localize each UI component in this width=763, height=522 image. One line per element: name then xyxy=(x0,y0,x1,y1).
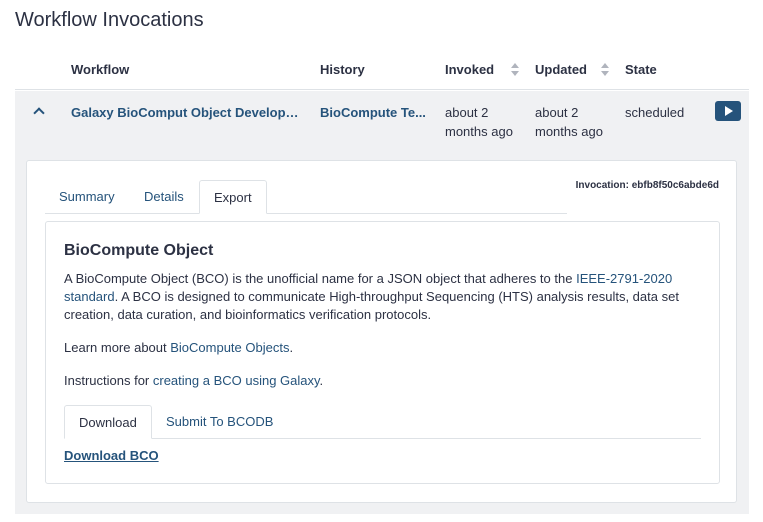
bco-description-text-2: . A BCO is designed to communicate High-… xyxy=(64,289,679,322)
learn-more-text: Learn more about BioCompute Objects. xyxy=(64,339,704,357)
updated-line-1: about 2 xyxy=(535,105,579,120)
column-header-workflow[interactable]: Workflow xyxy=(71,62,129,77)
tab-summary[interactable]: Summary xyxy=(45,180,129,214)
column-header-history[interactable]: History xyxy=(320,62,365,77)
column-header-state: State xyxy=(625,62,657,77)
invoked-line-2: months ago xyxy=(445,124,513,139)
invocation-detail-area: Invocation: ebfb8f50c6abde6d Summary Det… xyxy=(15,151,749,514)
updated-time: about 2 months ago xyxy=(535,103,603,141)
invocation-detail-card: Invocation: ebfb8f50c6abde6d Summary Det… xyxy=(26,160,737,503)
chevron-up-icon[interactable] xyxy=(33,106,43,116)
export-panel: BioCompute Object A BioCompute Object (B… xyxy=(45,221,720,484)
instructions-text: Instructions for creating a BCO using Ga… xyxy=(64,372,704,390)
play-icon[interactable] xyxy=(715,101,741,121)
bco-description: A BioCompute Object (BCO) is the unoffic… xyxy=(64,270,704,324)
table-header: Workflow History Invoked Updated State xyxy=(15,56,749,90)
learn-more-label: Learn more about xyxy=(64,340,171,355)
tab-export[interactable]: Export xyxy=(199,180,267,214)
download-bco-link[interactable]: Download BCO xyxy=(64,448,159,463)
invoked-line-1: about 2 xyxy=(445,105,489,120)
learn-more-period: . xyxy=(289,340,294,355)
instructions-label: Instructions for xyxy=(64,373,153,388)
invocation-id: Invocation: ebfb8f50c6abde6d xyxy=(575,180,719,191)
table-row: Galaxy BioComput Object Developm... BioC… xyxy=(15,91,749,151)
state-value: scheduled xyxy=(625,105,685,120)
invoked-time: about 2 months ago xyxy=(445,103,513,141)
subtab-submit-bcodb[interactable]: Submit To BCODB xyxy=(152,405,287,439)
instructions-period: . xyxy=(319,373,324,388)
biocompute-objects-link[interactable]: BioCompute Objects xyxy=(170,340,289,355)
sort-updated-icon[interactable] xyxy=(600,62,610,78)
panel-title: BioCompute Object xyxy=(64,242,214,259)
subtab-download[interactable]: Download xyxy=(64,405,152,439)
column-header-invoked[interactable]: Invoked xyxy=(445,62,494,77)
sort-invoked-icon[interactable] xyxy=(510,62,520,78)
bco-description-text-1: A BioCompute Object (BCO) is the unoffic… xyxy=(64,271,577,286)
creating-bco-link[interactable]: creating a BCO using Galaxy xyxy=(153,373,320,388)
page-title: Workflow Invocations xyxy=(15,9,204,31)
updated-line-2: months ago xyxy=(535,124,603,139)
column-header-updated[interactable]: Updated xyxy=(535,62,587,77)
workflow-link[interactable]: Galaxy BioComput Object Developm... xyxy=(71,103,306,122)
history-link[interactable]: BioCompute Te... xyxy=(320,103,428,122)
tab-details[interactable]: Details xyxy=(130,180,198,214)
